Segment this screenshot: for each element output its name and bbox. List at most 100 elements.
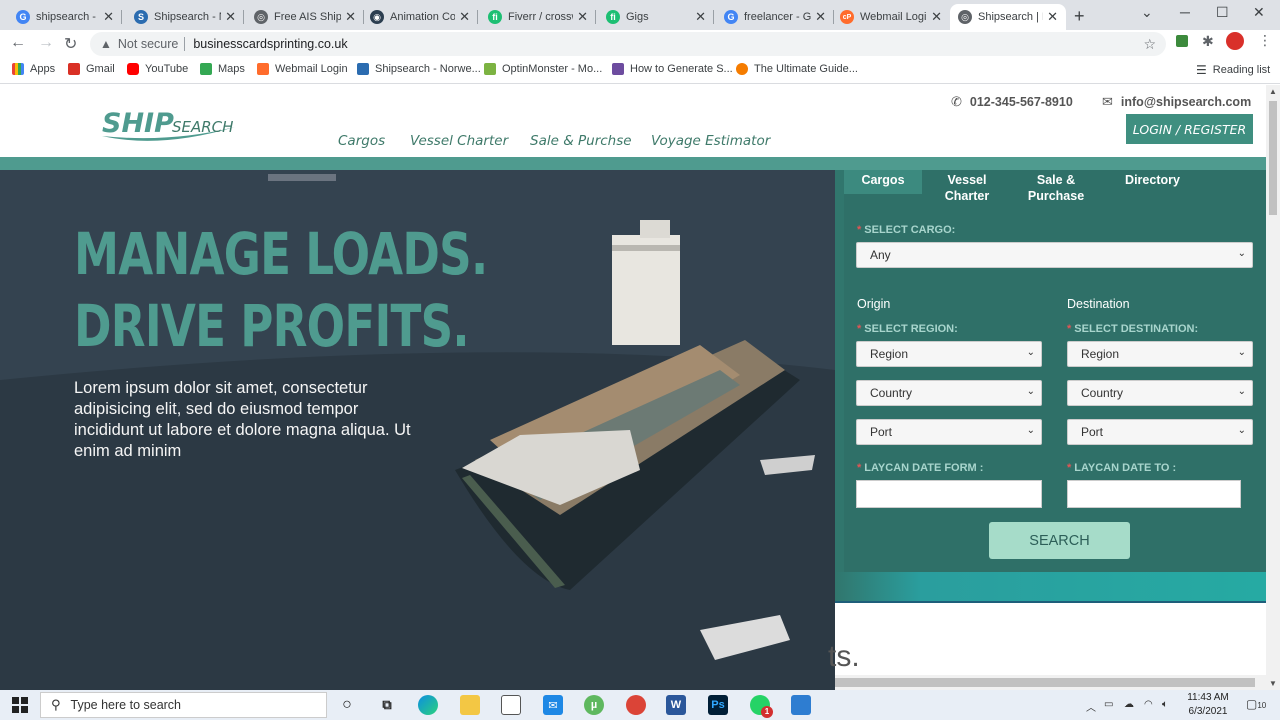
whatsapp-icon[interactable]: 1 [750,695,773,718]
cortana-icon[interactable]: ○ [337,695,357,715]
browser-tab[interactable]: ◉ Animation Cor ✕ [362,4,478,30]
close-window-icon[interactable]: ✕ [1253,4,1265,21]
panel-tab-directory[interactable]: Directory [1120,170,1185,188]
chevron-up-icon[interactable]: ︿ [1086,699,1096,714]
new-tab-icon[interactable]: + [1074,6,1085,27]
email-contact[interactable]: ✉ info@shipsearch.com [1102,94,1251,110]
destination-country-select[interactable]: Country ⌄ [1067,380,1253,406]
system-clock[interactable]: 11:43 AM 6/3/2021 [1180,691,1236,719]
destination-region-select[interactable]: Region ⌄ [1067,341,1253,367]
bookmark-star-icon[interactable]: ☆ [1143,36,1156,53]
menu-dots-icon[interactable]: ⋮ [1258,32,1272,49]
bookmark-webmail[interactable]: Webmail Login [257,63,348,75]
chrome-icon[interactable] [626,695,646,715]
origin-port-select[interactable]: Port ⌄ [856,419,1042,445]
back-icon[interactable]: ← [10,34,26,52]
bookmark-optinmonster[interactable]: OptinMonster - Mo... [484,63,602,75]
forward-icon[interactable]: → [38,34,54,52]
bookmark-gmail[interactable]: Gmail [68,63,115,75]
photos-icon[interactable] [791,695,811,715]
cargo-select[interactable]: Any ⌄ [856,242,1253,268]
extension-flag-icon[interactable] [1176,35,1188,47]
warning-icon[interactable]: ▲ [100,37,112,51]
nav-voyage-estimator[interactable]: Voyage Estimator [651,133,770,149]
scroll-down-icon[interactable]: ▼ [1269,679,1277,688]
search-button[interactable]: SEARCH [989,522,1130,559]
edge-icon[interactable] [418,695,438,715]
vertical-scroll-thumb[interactable] [1269,101,1277,215]
laycan-from-input[interactable] [856,480,1042,508]
minimize-icon[interactable]: ─ [1180,4,1190,20]
destination-country-value: Country [1081,386,1124,400]
close-icon[interactable]: ✕ [459,9,470,25]
destination-port-select[interactable]: Port ⌄ [1067,419,1253,445]
vertical-scrollbar[interactable]: ▲ ▼ [1266,85,1280,690]
bookmark-maps[interactable]: Maps [200,63,245,75]
panel-tab-cargos[interactable]: Cargos [844,170,922,194]
taskbar-search-box[interactable]: ⚲ Type here to search [40,692,327,718]
bookmark-how-to[interactable]: How to Generate S... [612,63,733,75]
volume-icon[interactable]: 🔈︎ [1162,699,1168,710]
browser-tab[interactable]: cP Webmail Login ✕ [832,4,950,30]
profile-avatar[interactable] [1226,32,1244,50]
nav-vessel-charter[interactable]: Vessel Charter [410,133,508,149]
reload-icon[interactable]: ↻ [64,34,77,54]
url-omnibox[interactable]: ▲ Not secure businesscardsprinting.co.uk… [90,32,1166,56]
panel-tab-sale-purchase[interactable]: Sale & Purchase [1026,170,1086,204]
browser-tab[interactable]: fi Gigs ✕ [598,4,714,30]
cloud-icon[interactable]: ☁ [1124,699,1134,710]
tab-search-icon[interactable]: ⌄ [1141,4,1153,21]
close-icon[interactable]: ✕ [931,9,942,25]
nav-cargos[interactable]: Cargos [338,133,385,149]
photoshop-icon[interactable]: Ps [708,695,728,715]
origin-country-select[interactable]: Country ⌄ [856,380,1042,406]
url-text[interactable]: businesscardsprinting.co.uk [193,37,347,51]
horizontal-scroll-thumb[interactable] [835,678,1255,687]
notification-icon[interactable]: ▢10 [1246,697,1266,711]
laycan-to-label: * LAYCAN DATE TO : [1067,462,1177,474]
close-icon[interactable]: ✕ [695,9,706,25]
omnibox-divider [184,37,186,51]
login-register-button[interactable]: LOGIN / REGISTER [1126,114,1253,144]
close-icon[interactable]: ✕ [225,9,236,25]
browser-tab[interactable]: fi Fiverr / crossw ✕ [480,4,596,30]
calendar-icon[interactable] [501,695,521,715]
bookmark-shipsearch[interactable]: Shipsearch - Norwe... [357,63,481,75]
panel-tab-vessel-charter[interactable]: Vessel Charter [938,170,996,204]
browser-tab[interactable]: ◎ Free AIS Ship T ✕ [246,4,364,30]
shipsearch-logo[interactable]: SHIP SEARCH [100,103,245,150]
phone-contact[interactable]: ✆ 012-345-567-8910 [951,94,1073,110]
bookmark-apps[interactable]: Apps [12,63,55,75]
task-view-icon[interactable]: ⧉ [377,695,397,715]
extensions-puzzle-icon[interactable]: ✱ [1202,33,1214,50]
close-icon[interactable]: ✕ [1047,9,1058,25]
bookmark-youtube[interactable]: YouTube [127,63,188,75]
globe-icon: ◎ [254,10,268,24]
scroll-up-icon[interactable]: ▲ [1269,87,1277,96]
file-explorer-icon[interactable] [460,695,480,715]
battery-icon[interactable]: ▭ [1104,699,1113,710]
browser-tab[interactable]: G shipsearch - Go ✕ [8,4,122,30]
reading-list-label: Reading list [1212,64,1271,76]
browser-tab[interactable]: G freelancer - Go ✕ [716,4,834,30]
close-icon[interactable]: ✕ [103,9,114,25]
close-icon[interactable]: ✕ [815,9,826,25]
cpanel-icon [257,63,269,75]
browser-tab-active[interactable]: ◎ Shipsearch | H ✕ [950,4,1066,30]
bookmark-ultimate-guide[interactable]: The Ultimate Guide... [736,63,858,75]
word-icon[interactable]: W [666,695,686,715]
origin-region-select[interactable]: Region ⌄ [856,341,1042,367]
nav-sale-purchase[interactable]: Sale & Purchse [530,133,632,149]
not-secure-label[interactable]: Not secure [118,37,178,51]
browser-tab[interactable]: S Shipsearch - N ✕ [126,4,244,30]
close-icon[interactable]: ✕ [345,9,356,25]
horizontal-scrollbar[interactable] [835,675,1266,690]
close-icon[interactable]: ✕ [577,9,588,25]
windows-start-icon[interactable] [12,697,28,713]
wifi-icon[interactable]: ◠ [1144,699,1153,710]
mail-icon[interactable]: ✉ [543,695,563,715]
utorrent-icon[interactable]: µ [584,695,604,715]
maximize-icon[interactable]: ☐ [1216,4,1229,21]
reading-list[interactable]: ☰ Reading list [1196,63,1270,77]
laycan-to-input[interactable] [1067,480,1241,508]
